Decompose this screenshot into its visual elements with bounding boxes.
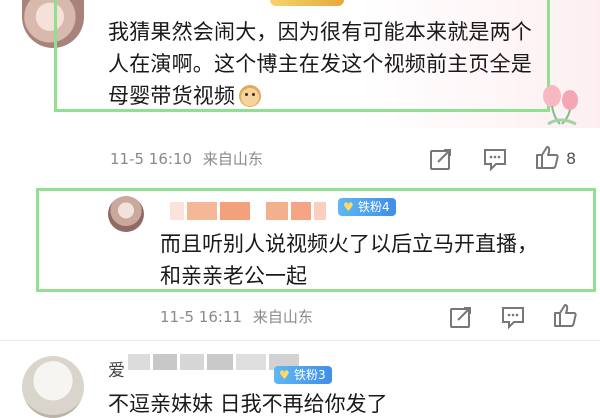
comment-icon[interactable] — [482, 146, 508, 172]
comment-line: 人在演啊。这个博主在发这个视频前主页全是 — [108, 52, 532, 76]
share-icon[interactable] — [448, 304, 474, 330]
fan-badge: 铁粉4 — [338, 198, 396, 216]
blurred-username[interactable] — [170, 202, 326, 220]
location: 来自山东 — [252, 308, 313, 326]
thumbs-up-icon[interactable] — [552, 302, 578, 328]
comment-line: 我猜果然会闹大，因为很有可能本来就是两个 — [108, 20, 532, 44]
comment-meta: 11-5 16:10 来自山东 — [110, 148, 263, 169]
fan-badge: 铁粉3 — [274, 366, 332, 384]
comment-line-text: 母婴带货视频 — [108, 84, 236, 108]
avatar[interactable] — [22, 356, 84, 418]
reply-text: 而且听别人说视频火了以后立马开直播， 和亲亲老公一起 — [160, 228, 580, 292]
thumbs-up-icon[interactable] — [534, 144, 560, 170]
comment-icon[interactable] — [500, 304, 526, 330]
reply-line: 和亲亲老公一起 — [160, 264, 307, 288]
like-count: 8 — [566, 149, 577, 168]
reply-meta: 11-5 16:11 来自山东 — [160, 306, 313, 327]
location: 来自山东 — [202, 150, 263, 168]
doge-emoji-icon — [239, 85, 262, 107]
share-icon[interactable] — [428, 146, 454, 172]
divider — [0, 340, 600, 341]
comment-text: 我猜果然会闹大，因为很有可能本来就是两个 人在演啊。这个博主在发这个视频前主页全… — [108, 16, 578, 112]
comment-line: 母婴带货视频 — [108, 80, 578, 112]
tulip-decoration-icon — [543, 85, 578, 126]
username-prefix[interactable]: 爱 — [108, 356, 125, 381]
avatar[interactable] — [108, 196, 144, 232]
comment-text: 不逗亲妹妹 日我不再给你发了 — [108, 392, 388, 416]
timestamp: 11-5 16:11 — [160, 308, 243, 326]
reply-line: 而且听别人说视频火了以后立马开直播， — [160, 232, 538, 256]
timestamp: 11-5 16:10 — [110, 150, 193, 168]
